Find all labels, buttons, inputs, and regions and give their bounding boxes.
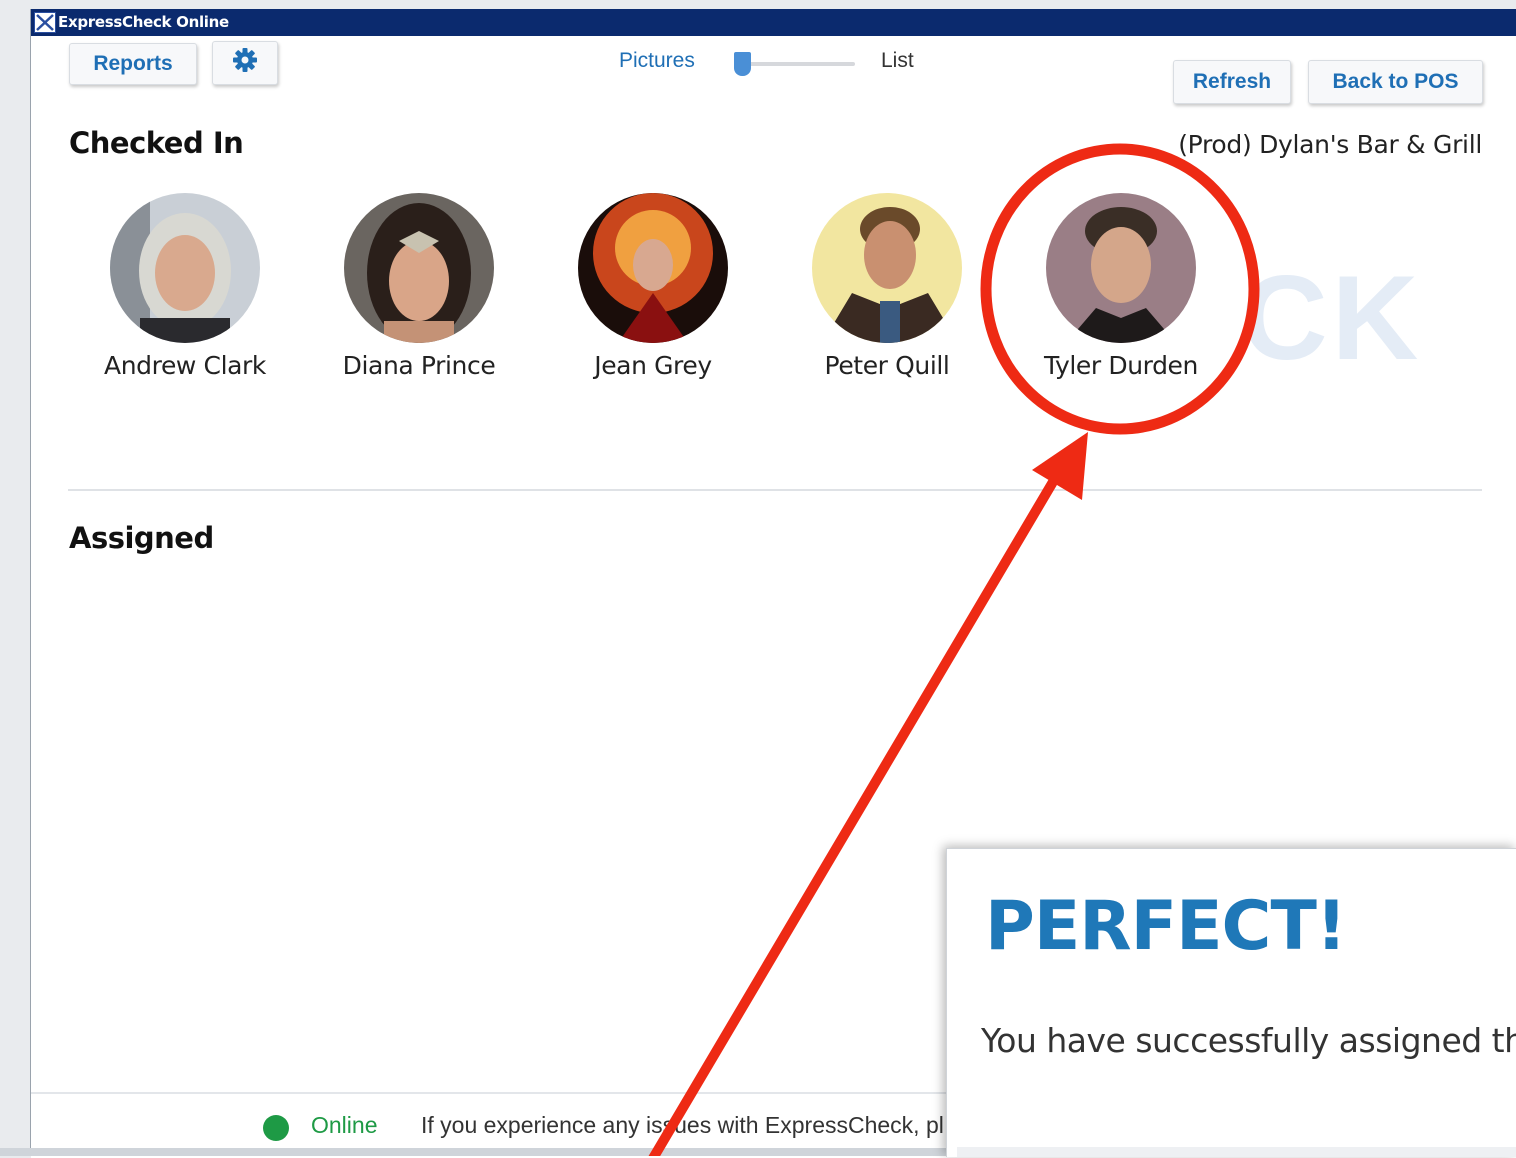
watermark-text: CK [1241,251,1423,385]
toast-title: PERFECT! [985,887,1347,966]
status-text: Online [311,1112,378,1138]
window-title: ExpressCheck Online [58,13,229,31]
view-toggle-thumb[interactable] [734,52,751,76]
view-toggle-track[interactable] [743,62,855,66]
person-name: Peter Quill [824,351,950,380]
person-name: Andrew Clark [104,351,266,380]
online-status-dot [263,1115,289,1141]
support-notice: If you experience any issues with Expres… [421,1112,944,1138]
toast-message: You have successfully assigned this [981,1021,1516,1060]
avatar [344,193,494,343]
person-card-peter-quill[interactable]: Peter Quill [797,193,977,380]
back-to-pos-button[interactable]: Back to POS [1308,60,1483,104]
person-card-jean-grey[interactable]: Jean Grey [563,193,743,380]
assigned-heading: Assigned [69,521,214,555]
reports-button-label: Reports [93,52,173,75]
gear-icon [231,46,259,80]
view-toggle-list[interactable]: List [881,49,914,73]
title-bar: ExpressCheck Online [31,9,1516,36]
person-name: Diana Prince [342,351,496,380]
settings-button[interactable] [212,41,278,85]
refresh-button-label: Refresh [1192,70,1272,93]
back-to-pos-label: Back to POS [1332,70,1459,93]
person-card-andrew-clark[interactable]: Andrew Clark [95,193,275,380]
avatar [1046,193,1196,343]
app-logo-icon [34,12,56,33]
person-name: Jean Grey [594,351,712,380]
reports-button[interactable]: Reports [69,43,197,85]
avatar [578,193,728,343]
person-card-tyler-durden[interactable]: Tyler Durden [1031,193,1211,380]
refresh-button[interactable]: Refresh [1173,60,1291,104]
section-divider [68,489,1482,491]
avatar [812,193,962,343]
avatar [110,193,260,343]
view-toggle-pictures[interactable]: Pictures [619,49,695,73]
person-card-diana-prince[interactable]: Diana Prince [329,193,509,380]
checked-in-heading: Checked In [69,126,244,160]
success-toast: PERFECT! You have successfully assigned … [946,848,1516,1157]
venue-name: (Prod) Dylan's Bar & Grill [1178,130,1482,159]
person-name: Tyler Durden [1044,351,1198,380]
